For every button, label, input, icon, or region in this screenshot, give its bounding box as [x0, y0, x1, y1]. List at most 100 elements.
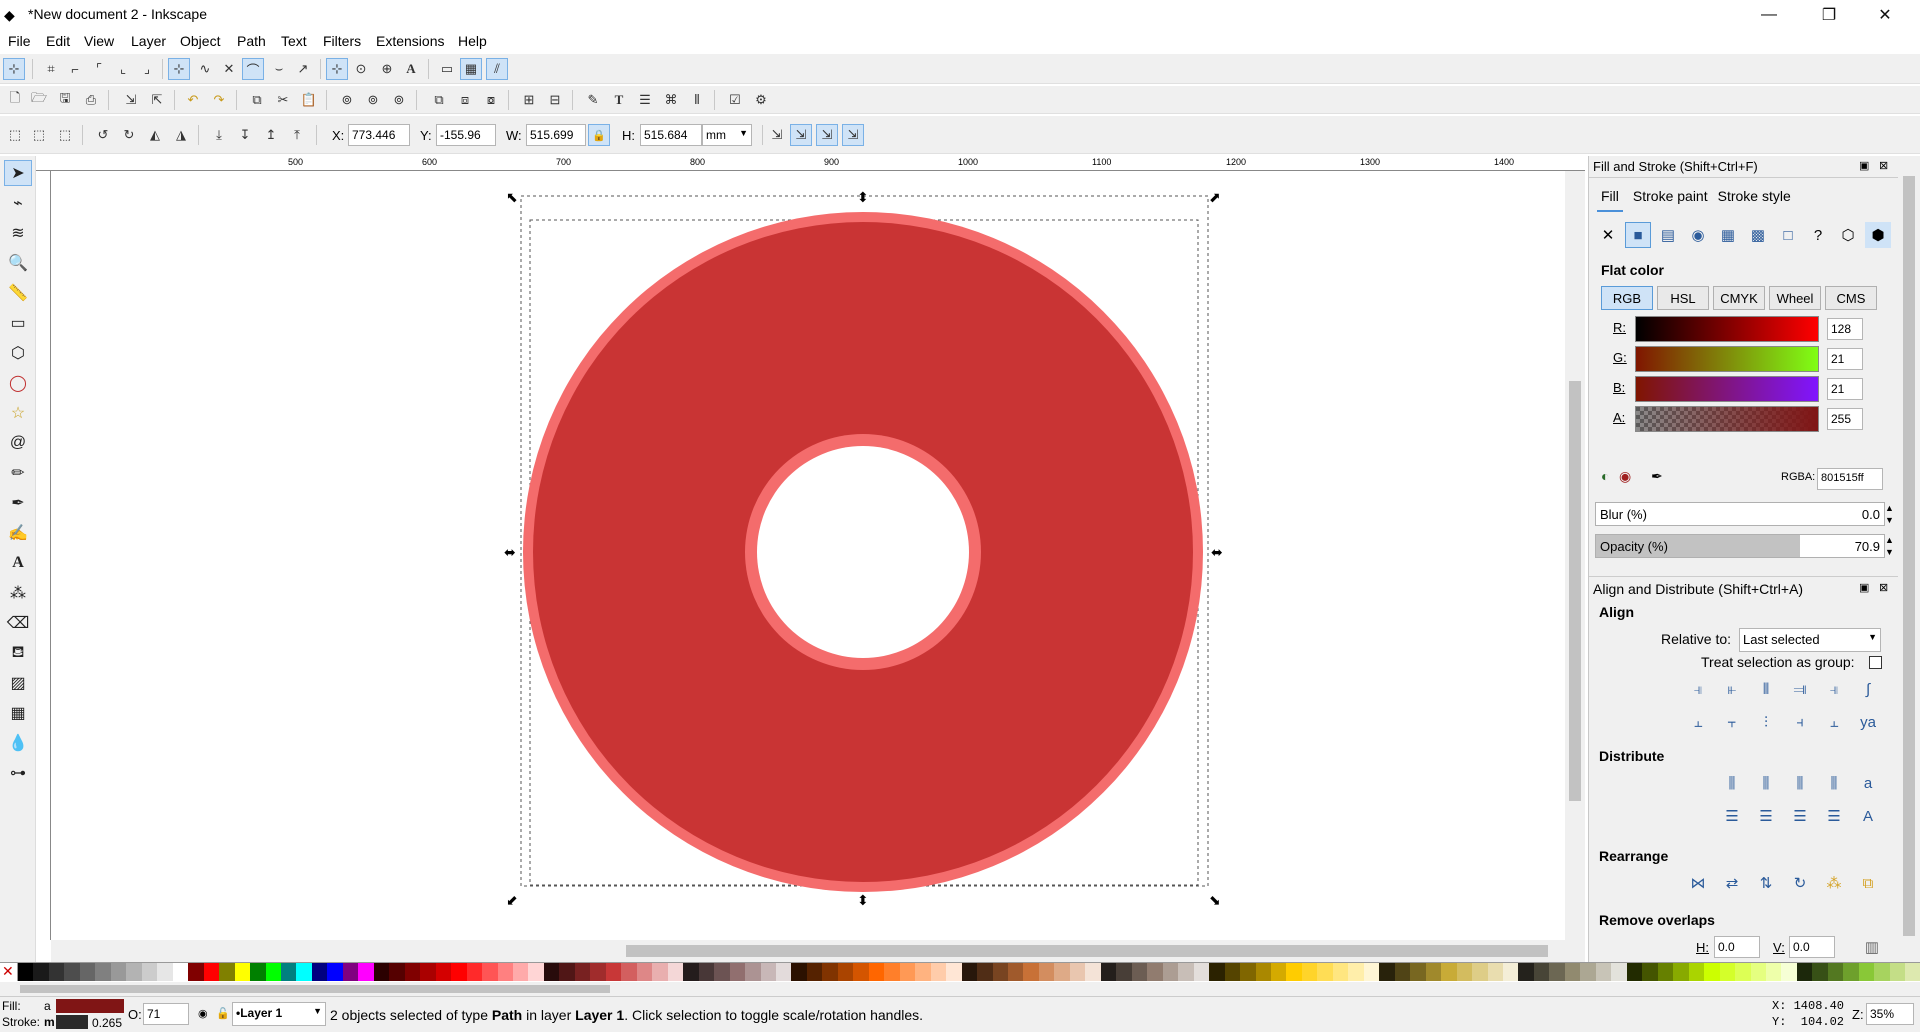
distribute-top-icon[interactable]: ☰: [1719, 803, 1745, 829]
palette-swatch[interactable]: [1178, 963, 1194, 981]
zoom-input[interactable]: 35%: [1866, 1003, 1914, 1025]
palette-swatch[interactable]: [1688, 963, 1705, 981]
pattern-icon[interactable]: ▩: [1745, 222, 1771, 248]
lower-to-bottom-icon[interactable]: ⤓: [208, 124, 230, 146]
palette-swatch[interactable]: [33, 963, 49, 981]
menu-extensions[interactable]: Extensions: [376, 33, 444, 49]
snap-bbox-center-icon[interactable]: ⌟: [136, 58, 158, 80]
snap-text-baseline-icon[interactable]: A: [400, 58, 422, 80]
menu-file[interactable]: File: [8, 33, 31, 49]
palette-swatch[interactable]: [961, 963, 978, 981]
palette-swatch[interactable]: [1100, 963, 1117, 981]
transform-patterns-icon[interactable]: ⇲: [842, 124, 864, 146]
palette-swatch[interactable]: [574, 963, 591, 981]
palette-swatch[interactable]: [1564, 963, 1581, 981]
distribute-center-h-icon[interactable]: ⫼: [1753, 770, 1779, 796]
palette-swatch[interactable]: [342, 963, 359, 981]
panel-scrollbar[interactable]: [1898, 156, 1920, 966]
r-input[interactable]: 128: [1827, 318, 1863, 340]
palette-swatch[interactable]: [79, 963, 96, 981]
palette-swatch[interactable]: [18, 963, 34, 981]
flat-color-icon[interactable]: ■: [1625, 222, 1651, 248]
palette-swatch[interactable]: [265, 963, 281, 981]
palette-swatch[interactable]: [714, 963, 730, 981]
opacity-o-input[interactable]: 71: [143, 1003, 189, 1025]
palette-swatch[interactable]: [1023, 963, 1039, 981]
palette-swatch[interactable]: [636, 963, 653, 981]
menu-edit[interactable]: Edit: [46, 33, 70, 49]
radial-gradient-icon[interactable]: ◉: [1685, 222, 1711, 248]
palette-swatch[interactable]: [1193, 963, 1210, 981]
stroke-swatch[interactable]: [56, 1015, 88, 1029]
open-icon[interactable]: 🗁: [28, 89, 50, 111]
no-paint-icon[interactable]: ✕: [1595, 222, 1621, 248]
palette-swatch[interactable]: [1889, 963, 1906, 981]
palette-swatch[interactable]: [1270, 963, 1287, 981]
export-icon[interactable]: ⇱: [146, 89, 168, 111]
snap-others-icon[interactable]: ⊹: [326, 58, 348, 80]
palette-swatch[interactable]: [1781, 963, 1797, 981]
dropper-tool-icon[interactable]: 💧: [4, 730, 32, 756]
snap-bbox-icon[interactable]: ⌗: [40, 58, 62, 80]
text-tool-icon[interactable]: A: [4, 550, 32, 576]
palette-swatch[interactable]: [1348, 963, 1364, 981]
palette-swatch[interactable]: [930, 963, 947, 981]
palette-swatch[interactable]: [683, 963, 699, 981]
palette-swatch[interactable]: [1255, 963, 1271, 981]
align-baseline-v-icon[interactable]: ya: [1855, 709, 1881, 735]
unlink-clone-icon[interactable]: ⧇: [480, 89, 502, 111]
dock-float-icon[interactable]: ▣: [1859, 581, 1869, 594]
scale-handle-se[interactable]: ⬊: [1209, 893, 1221, 909]
redo-icon[interactable]: ↷: [208, 89, 230, 111]
mode-hsl[interactable]: HSL: [1657, 286, 1709, 310]
align-top-to-bottom-icon[interactable]: ⫠: [1821, 709, 1847, 735]
b-slider[interactable]: [1635, 376, 1819, 402]
layers-icon[interactable]: ☰: [634, 89, 656, 111]
palette-swatch[interactable]: [1626, 963, 1643, 981]
clone-icon[interactable]: ⧈: [454, 89, 476, 111]
unit-select[interactable]: mm ▼: [702, 124, 752, 146]
palette-swatch[interactable]: [513, 963, 529, 981]
paint-bucket-tool-icon[interactable]: ⛾: [4, 640, 32, 666]
star-tool-icon[interactable]: ☆: [4, 400, 32, 426]
align-top-icon[interactable]: ⫟: [1719, 709, 1745, 735]
palette-swatch[interactable]: [451, 963, 467, 981]
relative-to-select[interactable]: Last selected ▼: [1739, 628, 1881, 652]
fill-swatch[interactable]: [56, 999, 124, 1013]
r-slider[interactable]: [1635, 316, 1819, 342]
palette-swatch[interactable]: [899, 963, 916, 981]
tab-stroke-paint[interactable]: Stroke paint: [1633, 188, 1708, 212]
tab-fill[interactable]: Fill: [1597, 188, 1623, 212]
palette-swatch[interactable]: [219, 963, 235, 981]
drawing-canvas[interactable]: ⬉ ⬍ ⬈ ⬌ ⬌ ⬋ ⬍ ⬊: [51, 171, 1585, 940]
3d-box-tool-icon[interactable]: ⬡: [4, 340, 32, 366]
palette-swatch[interactable]: [1704, 963, 1720, 981]
palette-swatch[interactable]: [497, 963, 513, 981]
align-bottom-icon[interactable]: ⫞: [1787, 709, 1813, 735]
menu-layer[interactable]: Layer: [131, 33, 166, 49]
palette-swatch[interactable]: [358, 963, 374, 981]
maximize-button[interactable]: ❐: [1806, 0, 1852, 30]
exchange-clockwise-icon[interactable]: ↻: [1787, 870, 1813, 896]
snap-toggle-icon[interactable]: ⊹: [3, 58, 25, 80]
palette-swatch[interactable]: [311, 963, 328, 981]
tab-stroke-style[interactable]: Stroke style: [1718, 188, 1791, 212]
palette-swatch[interactable]: [853, 963, 869, 981]
a-slider[interactable]: [1635, 406, 1819, 432]
palette-swatch[interactable]: [203, 963, 220, 981]
blur-slider[interactable]: Blur (%) 0.0: [1595, 502, 1885, 526]
pen-tool-icon[interactable]: ✒: [4, 490, 32, 516]
paste-icon[interactable]: 📋: [298, 89, 320, 111]
align-baseline-h-icon[interactable]: ∫: [1855, 676, 1881, 702]
palette-swatch[interactable]: [1116, 963, 1132, 981]
palette-swatch[interactable]: [1611, 963, 1627, 981]
x-input[interactable]: 773.446: [348, 124, 410, 146]
randomize-icon[interactable]: ⁂: [1821, 870, 1847, 896]
palette-swatch[interactable]: [605, 963, 622, 981]
snap-intersection-icon[interactable]: ✕: [218, 58, 240, 80]
spiral-tool-icon[interactable]: @: [4, 430, 32, 456]
scale-handle-s[interactable]: ⬍: [857, 893, 869, 909]
palette-swatch[interactable]: [698, 963, 715, 981]
snap-smooth-icon[interactable]: ⌣: [268, 58, 290, 80]
mode-cms[interactable]: CMS: [1825, 286, 1877, 310]
